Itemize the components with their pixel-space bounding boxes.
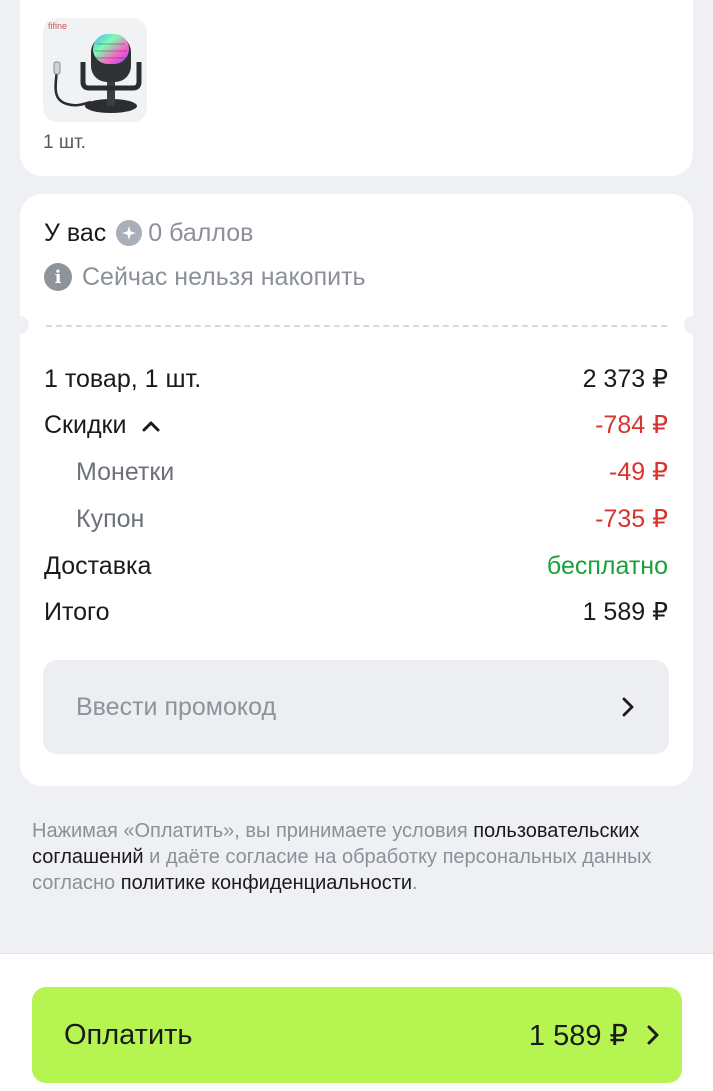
chevron-right-icon xyxy=(647,1025,659,1045)
product-brand-logo: fifine xyxy=(48,21,68,31)
info-icon: i xyxy=(44,263,72,291)
discounts-value: -784 ₽ xyxy=(595,411,668,439)
bottom-pay-bar: Оплатить 1 589 ₽ xyxy=(0,953,713,1091)
privacy-policy-link[interactable]: политике конфиденциальности xyxy=(121,872,412,894)
coins-value: -49 ₽ xyxy=(609,458,668,486)
points-value: 0 баллов xyxy=(148,218,254,247)
points-info: i Сейчас нельзя накопить xyxy=(44,260,366,294)
points-info-text: Сейчас нельзя накопить xyxy=(82,262,366,291)
delivery-label: Доставка xyxy=(44,551,152,580)
discounts-label: Скидки xyxy=(44,410,127,439)
pay-button-amount-group: 1 589 ₽ xyxy=(529,1018,660,1053)
promo-code-placeholder: Ввести промокод xyxy=(76,692,277,721)
coupon-label: Купон xyxy=(76,504,145,533)
pay-button-amount: 1 589 ₽ xyxy=(528,1019,628,1052)
summary-row-items: 1 товар, 1 шт. 2 373 ₽ xyxy=(44,362,668,396)
promo-code-button[interactable]: Ввести промокод xyxy=(43,660,669,754)
legal-text-3: . xyxy=(412,872,418,894)
microphone-image-icon xyxy=(53,34,142,113)
legal-notice: Нажимая «Оплатить», вы принимаете услови… xyxy=(32,818,652,896)
summary-row-coins: Монетки -49 ₽ xyxy=(76,455,668,489)
ticket-notch-left xyxy=(11,316,29,334)
ticket-notch-right xyxy=(684,316,702,334)
points-coin-icon xyxy=(116,220,143,246)
total-value: 1 589 ₽ xyxy=(582,598,668,626)
discounts-toggle[interactable]: Скидки xyxy=(44,411,161,440)
chevron-right-icon xyxy=(622,697,634,717)
pay-button[interactable]: Оплатить 1 589 ₽ xyxy=(32,987,682,1083)
legal-text-1: Нажимая «Оплатить», вы принимаете услови… xyxy=(32,820,474,842)
product-image[interactable]: fifine xyxy=(43,18,147,122)
summary-row-total: Итого 1 589 ₽ xyxy=(44,595,668,629)
summary-row-coupon: Купон -735 ₽ xyxy=(76,502,668,536)
coupon-value: -735 ₽ xyxy=(595,505,668,533)
dashed-divider xyxy=(46,325,667,327)
delivery-value: бесплатно xyxy=(546,551,668,580)
summary-row-discounts[interactable]: Скидки -784 ₽ xyxy=(44,408,668,442)
product-quantity: 1 шт. xyxy=(43,132,86,153)
points-balance: У вас 0 баллов xyxy=(44,216,253,250)
pay-button-label: Оплатить xyxy=(64,1018,193,1051)
product-card: fifine 1 шт. xyxy=(20,0,693,176)
chevron-up-icon xyxy=(142,421,160,432)
total-label: Итого xyxy=(44,597,110,626)
items-value: 2 373 ₽ xyxy=(582,365,668,393)
summary-row-delivery: Доставка бесплатно xyxy=(44,549,668,583)
points-prefix: У вас xyxy=(44,218,107,247)
coins-label: Монетки xyxy=(76,457,175,486)
order-summary-card: У вас 0 баллов i Сейчас нельзя накопить … xyxy=(11,194,702,786)
items-label: 1 товар, 1 шт. xyxy=(44,364,202,393)
